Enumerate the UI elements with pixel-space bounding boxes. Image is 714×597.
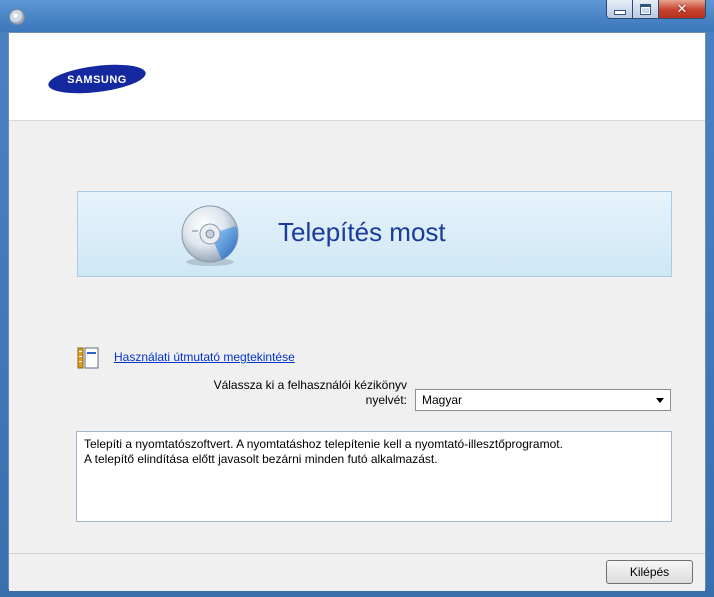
install-now-label: Telepítés most bbox=[278, 217, 446, 247]
language-label: Válassza ki a felhasználói kézikönyv nye… bbox=[159, 378, 407, 408]
minimize-icon bbox=[613, 9, 626, 15]
client-area: SAMSUNG Telepítés most Használati útmuta… bbox=[8, 32, 706, 591]
header: SAMSUNG bbox=[9, 33, 705, 121]
language-selected-value: Magyar bbox=[422, 393, 463, 407]
installer-window: ✕ SAMSUNG Telepítés most Használati útmu… bbox=[0, 0, 714, 597]
language-select[interactable]: Magyar bbox=[415, 389, 671, 411]
title-bar[interactable]: ✕ bbox=[0, 0, 714, 32]
close-button[interactable]: ✕ bbox=[659, 0, 706, 19]
window-controls: ✕ bbox=[606, 0, 706, 20]
description-line2: A telepítő elindítása előtt javasolt bez… bbox=[84, 452, 438, 466]
description-box: Telepíti a nyomtatószoftvert. A nyomtatá… bbox=[76, 431, 672, 522]
language-label-line2: nyelvét: bbox=[365, 393, 407, 407]
view-manual-link[interactable]: Használati útmutató megtekintése bbox=[114, 350, 295, 364]
language-label-line1: Válassza ki a felhasználói kézikönyv bbox=[213, 378, 407, 392]
cd-disc-icon bbox=[181, 205, 239, 266]
document-icon bbox=[77, 347, 99, 369]
samsung-logo: SAMSUNG bbox=[48, 64, 146, 94]
minimize-button[interactable] bbox=[606, 0, 633, 19]
exit-button[interactable]: Kilépés bbox=[606, 560, 693, 584]
main-panel: Telepítés most Használati útmutató megte… bbox=[9, 121, 705, 565]
app-icon bbox=[9, 9, 25, 25]
close-icon: ✕ bbox=[676, 1, 688, 17]
install-now-button[interactable]: Telepítés most bbox=[77, 191, 672, 277]
maximize-icon bbox=[640, 3, 651, 15]
description-line1: Telepíti a nyomtatószoftvert. A nyomtatá… bbox=[84, 437, 563, 451]
maximize-button[interactable] bbox=[633, 0, 659, 19]
logo-text: SAMSUNG bbox=[67, 74, 127, 86]
chevron-down-icon[interactable] bbox=[656, 398, 664, 403]
footer: Kilépés bbox=[9, 553, 705, 591]
